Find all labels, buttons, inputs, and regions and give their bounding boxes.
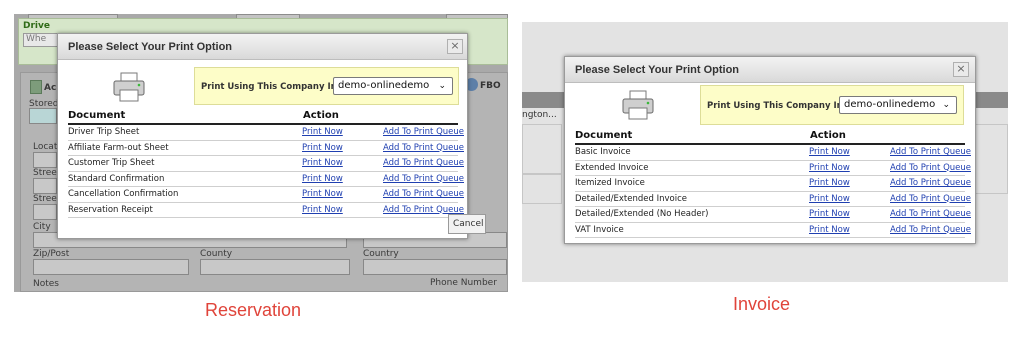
printer-icon	[113, 72, 145, 102]
print-now-link[interactable]: Print Now	[302, 174, 343, 184]
company-select[interactable]: demo-onlinedemo ⌄	[333, 77, 453, 95]
fbo-label: FBO	[480, 81, 501, 91]
document-row: Reservation Receipt Print Now Add To Print…	[68, 203, 464, 218]
document-row: Driver Trip Sheet Print Now Add To Print Q…	[68, 125, 464, 141]
location-label: Locat	[33, 142, 58, 152]
background-field-1	[522, 124, 562, 174]
background-field-2	[522, 174, 562, 204]
document-name: Detailed/Extended Invoice	[575, 193, 687, 204]
cancel-button[interactable]: Cancel	[448, 214, 486, 234]
company-info-label: Print Using This Company Info:	[201, 82, 350, 92]
print-now-link[interactable]: Print Now	[809, 225, 850, 235]
print-now-link[interactable]: Print Now	[809, 163, 850, 173]
street-input-1[interactable]	[33, 178, 57, 194]
col-document-header: Document	[68, 110, 126, 121]
document-name: Affiliate Farm-out Sheet	[68, 142, 169, 153]
company-select[interactable]: demo-onlinedemo ⌄	[839, 96, 957, 114]
add-to-print-queue-link[interactable]: Add To Print Queue	[383, 143, 464, 153]
add-to-print-queue-link[interactable]: Add To Print Queue	[890, 209, 971, 219]
stored-input[interactable]	[29, 108, 57, 124]
document-name: Standard Confirmation	[68, 173, 165, 184]
document-name: Reservation Receipt	[68, 204, 153, 215]
printer-icon	[622, 90, 654, 120]
document-name: Driver Trip Sheet	[68, 127, 140, 137]
close-icon[interactable]: ×	[953, 62, 969, 77]
chevron-down-icon: ⌄	[942, 100, 950, 110]
document-row: Extended Invoice Print Now Add To Print Qu…	[575, 161, 971, 176]
add-to-print-queue-link[interactable]: Add To Print Queue	[890, 163, 971, 173]
print-now-link[interactable]: Print Now	[302, 205, 343, 215]
document-name: Customer Trip Sheet	[68, 158, 155, 168]
company-select-value: demo-onlinedemo	[844, 99, 936, 110]
dialog-title: Please Select Your Print Option	[68, 41, 233, 53]
document-row: Standard Confirmation Print Now Add To Pri…	[68, 172, 464, 187]
zip-label: Zip/Post	[33, 249, 70, 259]
document-row: VAT Invoice Print Now Add To Print Queue	[575, 223, 971, 238]
document-row: Itemized Invoice Print Now Add To Print Qu…	[575, 176, 971, 192]
document-row: Basic Invoice Print Now Add To Print Queue	[575, 145, 971, 161]
background-partial-text: ngton...	[522, 110, 557, 120]
document-name: Basic Invoice	[575, 147, 631, 157]
add-to-print-queue-link[interactable]: Add To Print Queue	[383, 205, 464, 215]
document-name: VAT Invoice	[575, 224, 624, 235]
invoice-caption: Invoice	[733, 294, 791, 314]
city-label: City	[33, 222, 51, 232]
company-info-box: Print Using This Company Info: demo-onli…	[194, 67, 459, 105]
country-input[interactable]	[363, 259, 507, 275]
invoice-print-dialog: Please Select Your Print Option × Print …	[564, 56, 976, 244]
document-name: Extended Invoice	[575, 162, 649, 173]
dialog-header: Please Select Your Print Option ×	[58, 34, 467, 60]
document-name: Itemized Invoice	[575, 178, 645, 188]
county-label: County	[200, 249, 233, 259]
reservation-caption: Reservation	[205, 300, 302, 320]
street-input-2[interactable]	[33, 204, 57, 220]
print-now-link[interactable]: Print Now	[302, 127, 343, 137]
document-row: Detailed/Extended Invoice Print Now Add To…	[575, 192, 971, 207]
col-action-header: Action	[303, 110, 339, 121]
print-now-link[interactable]: Print Now	[302, 189, 343, 199]
add-to-print-queue-link[interactable]: Add To Print Queue	[383, 127, 464, 137]
add-to-print-queue-link[interactable]: Add To Print Queue	[383, 174, 464, 184]
company-info-box: Print Using This Company Info: demo-onli…	[700, 85, 964, 125]
street-label-1: Stree	[33, 168, 57, 178]
col-action-header: Action	[810, 130, 846, 141]
document-name: Detailed/Extended (No Header)	[575, 209, 709, 219]
document-row: Affiliate Farm-out Sheet Print Now Add To …	[68, 141, 464, 156]
print-now-link[interactable]: Print Now	[809, 147, 850, 157]
print-now-link[interactable]: Print Now	[809, 178, 850, 188]
ac-label: Ac	[44, 83, 57, 93]
add-to-print-queue-link[interactable]: Add To Print Queue	[890, 225, 971, 235]
chevron-down-icon: ⌄	[438, 81, 446, 91]
close-icon[interactable]: ×	[447, 39, 463, 54]
print-now-link[interactable]: Print Now	[809, 194, 850, 204]
document-name: Cancellation Confirmation	[68, 189, 179, 199]
location-input[interactable]	[33, 152, 57, 168]
phone-label: Phone Number	[430, 278, 497, 288]
building-icon	[30, 80, 42, 94]
notes-label: Notes	[33, 279, 59, 289]
company-select-value: demo-onlinedemo	[338, 80, 430, 91]
street-label-2: Stree	[33, 194, 57, 204]
company-info-label: Print Using This Company Info:	[707, 101, 856, 111]
add-to-print-queue-link[interactable]: Add To Print Queue	[383, 189, 464, 199]
dialog-header: Please Select Your Print Option ×	[565, 57, 975, 83]
driver-label: Drive	[23, 21, 50, 31]
document-row: Cancellation Confirmation Print Now Add To…	[68, 187, 464, 203]
county-input[interactable]	[200, 259, 350, 275]
add-to-print-queue-link[interactable]: Add To Print Queue	[383, 158, 464, 168]
document-row: Customer Trip Sheet Print Now Add To Print…	[68, 156, 464, 172]
zip-input[interactable]	[33, 259, 189, 275]
add-to-print-queue-link[interactable]: Add To Print Queue	[890, 194, 971, 204]
col-document-header: Document	[575, 130, 633, 141]
print-now-link[interactable]: Print Now	[302, 158, 343, 168]
country-label: Country	[363, 249, 399, 259]
print-now-link[interactable]: Print Now	[302, 143, 343, 153]
reservation-print-dialog: Please Select Your Print Option × Print …	[57, 33, 468, 239]
add-to-print-queue-link[interactable]: Add To Print Queue	[890, 178, 971, 188]
add-to-print-queue-link[interactable]: Add To Print Queue	[890, 147, 971, 157]
dialog-title: Please Select Your Print Option	[575, 64, 740, 76]
document-row: Detailed/Extended (No Header) Print Now Ad…	[575, 207, 971, 223]
print-now-link[interactable]: Print Now	[809, 209, 850, 219]
